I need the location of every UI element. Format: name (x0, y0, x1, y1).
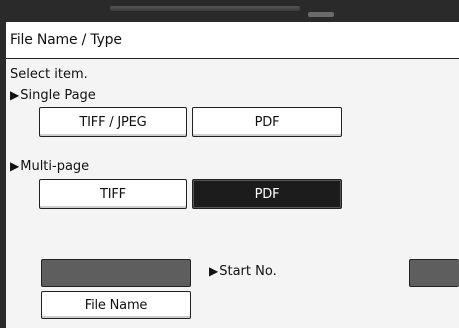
start-no-heading: ▶Start No. (209, 264, 277, 279)
start-no-label: Start No. (219, 264, 277, 279)
multi-page-pdf-label: PDF (254, 186, 280, 202)
file-name-button-label: File Name (84, 297, 148, 313)
device-top-bezel (0, 0, 459, 22)
play-triangle-icon: ▶ (10, 159, 20, 173)
file-name-button[interactable]: File Name (41, 291, 191, 319)
single-page-pdf-button[interactable]: PDF (192, 107, 342, 137)
title-bar: File Name / Type (6, 22, 459, 59)
multi-page-heading: ▶Multi-page (10, 159, 89, 174)
play-triangle-icon: ▶ (10, 88, 20, 102)
multi-page-label: Multi-page (20, 159, 90, 174)
single-page-label: Single Page (20, 88, 96, 103)
page-title: File Name / Type (10, 32, 122, 48)
multi-page-pdf-button[interactable]: PDF (192, 179, 342, 209)
file-name-display (41, 259, 191, 287)
multi-page-tiff-label: TIFF (100, 186, 126, 202)
multi-page-tiff-button[interactable]: TIFF (39, 179, 187, 209)
single-page-tiff-jpeg-label: TIFF / JPEG (79, 114, 147, 130)
single-page-pdf-label: PDF (254, 114, 280, 130)
content-area: Select item. ▶Single Page TIFF / JPEG PD… (6, 59, 459, 328)
start-no-display (409, 259, 459, 287)
panel-screen: File Name / Type Select item. ▶Single Pa… (6, 22, 459, 328)
select-item-prompt: Select item. (10, 67, 88, 82)
bezel-notch (308, 12, 334, 17)
single-page-heading: ▶Single Page (10, 88, 96, 103)
play-triangle-icon: ▶ (209, 264, 219, 278)
single-page-tiff-jpeg-button[interactable]: TIFF / JPEG (39, 107, 187, 137)
bezel-highlight (110, 6, 300, 11)
